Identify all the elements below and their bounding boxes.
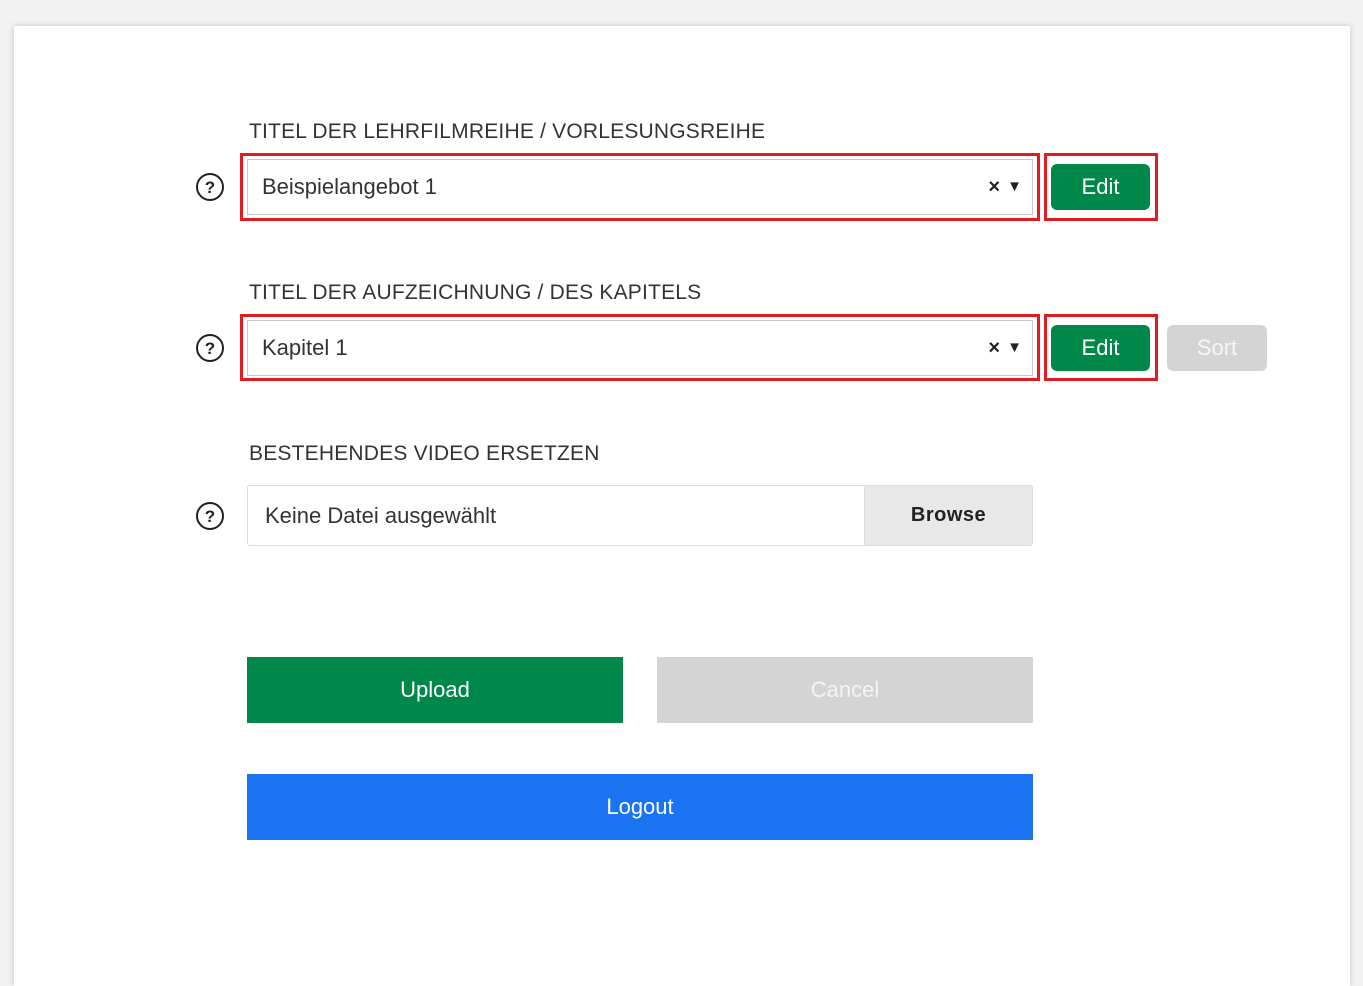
chapter-edit-button[interactable]: Edit [1051,325,1150,371]
upload-button[interactable]: Upload [247,657,623,723]
file-input-placeholder: Keine Datei ausgewählt [265,503,497,528]
replace-video-label: BESTEHENDES VIDEO ERSETZEN [249,442,600,465]
logout-button[interactable]: Logout [247,774,1033,840]
file-input[interactable]: Keine Datei ausgewählt Browse [247,485,1033,546]
dropdown-arrow-icon[interactable]: ▼ [1007,321,1022,375]
cancel-button[interactable]: Cancel [657,657,1033,723]
chapter-title-value: Kapitel 1 [262,335,348,360]
browse-button[interactable]: Browse [864,486,1032,545]
series-title-select[interactable]: Beispielangebot 1 × ▼ [247,159,1033,215]
help-icon[interactable]: ? [196,173,224,201]
dropdown-arrow-icon[interactable]: ▼ [1007,160,1022,214]
clear-icon[interactable]: × [988,160,1000,214]
clear-icon[interactable]: × [988,321,1000,375]
chapter-title-label: TITEL DER AUFZEICHNUNG / DES KAPITELS [249,281,702,304]
series-edit-button[interactable]: Edit [1051,164,1150,210]
help-icon[interactable]: ? [196,334,224,362]
sort-button[interactable]: Sort [1167,325,1267,371]
series-title-label: TITEL DER LEHRFILMREIHE / VORLESUNGSREIH… [249,120,766,143]
chapter-title-select[interactable]: Kapitel 1 × ▼ [247,320,1033,376]
series-title-value: Beispielangebot 1 [262,174,437,199]
help-icon[interactable]: ? [196,502,224,530]
